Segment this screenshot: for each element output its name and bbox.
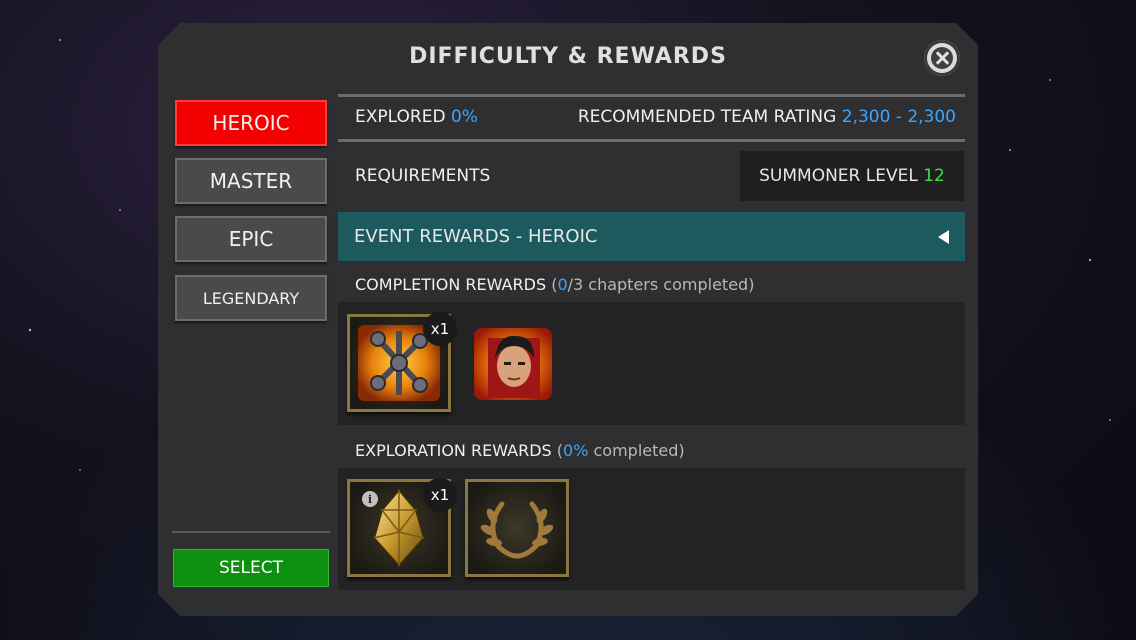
exploration-rewards-label: EXPLORATION REWARDS <box>355 441 552 460</box>
event-rewards-header[interactable]: EVENT REWARDS - HEROIC <box>338 212 965 261</box>
completion-progress-rest: /3 chapters completed) <box>567 275 755 294</box>
explored-label: EXPLORED <box>355 107 446 127</box>
close-button[interactable] <box>924 40 960 76</box>
laurel-wreath-icon <box>480 501 554 559</box>
event-rewards-label: EVENT REWARDS - HEROIC <box>354 226 598 247</box>
select-button[interactable]: SELECT <box>173 549 329 587</box>
summoner-level-value: 12 <box>923 166 945 186</box>
reward-count-badge: x1 <box>423 312 457 346</box>
completion-progress: 0 <box>557 275 568 294</box>
rating-value: 2,300 - 2,300 <box>841 107 956 127</box>
collapse-arrow-icon <box>938 229 949 244</box>
summoner-level-label: SUMMONER LEVEL <box>759 166 918 186</box>
completion-rewards-label: COMPLETION REWARDS <box>355 275 547 294</box>
difficulty-tab-epic[interactable]: EPIC <box>175 216 327 262</box>
difficulty-tab-master[interactable]: MASTER <box>175 158 327 204</box>
rating-label: RECOMMENDED TEAM RATING <box>577 107 837 127</box>
recommended-rating-text: RECOMMENDED TEAM RATING 2,300 - 2,300 <box>578 107 956 127</box>
exploration-progress: 0% <box>563 441 589 460</box>
reward-champion-portrait[interactable] <box>468 320 558 404</box>
dialog-title: DIFFICULTY & REWARDS <box>409 44 727 69</box>
divider-middle <box>338 139 965 142</box>
requirements-label: REQUIREMENTS <box>355 166 491 186</box>
explored-value: 0% <box>450 107 478 127</box>
reward-tile-laurel[interactable] <box>465 479 569 577</box>
explored-text: EXPLORED 0% <box>355 107 478 127</box>
champion-portrait-icon <box>474 328 552 400</box>
completion-rewards-heading: COMPLETION REWARDS (0/3 chapters complet… <box>355 275 754 294</box>
exploration-rewards-heading: EXPLORATION REWARDS (0% completed) <box>355 441 685 460</box>
divider-top <box>338 94 965 97</box>
difficulty-tab-legendary[interactable]: LEGENDARY <box>175 275 327 321</box>
info-icon[interactable]: i <box>362 491 378 507</box>
close-icon <box>931 47 953 69</box>
summoner-level-box: SUMMONER LEVEL 12 <box>740 151 964 201</box>
difficulty-tab-heroic[interactable]: HEROIC <box>175 100 327 146</box>
exploration-progress-rest: completed) <box>588 441 685 460</box>
reward-count-badge: x1 <box>423 478 457 512</box>
sidebar-divider <box>172 531 330 533</box>
